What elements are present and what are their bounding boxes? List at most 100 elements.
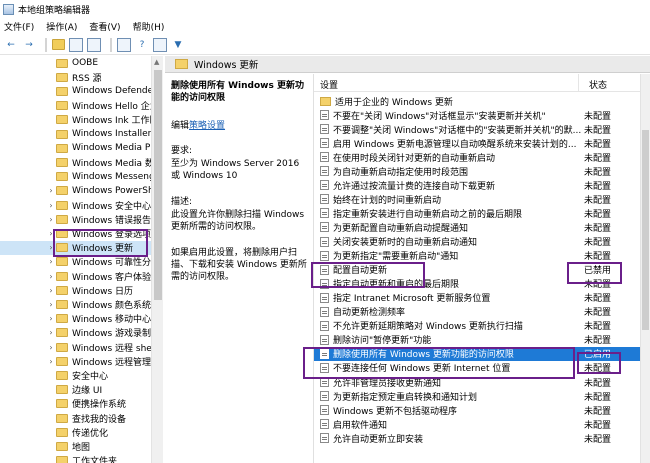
column-state[interactable]: 状态 xyxy=(589,78,607,91)
setting-row[interactable]: 允许非管理员接收更新通知 未配置 xyxy=(314,375,640,389)
expand-arrow-icon[interactable]: › xyxy=(46,186,56,195)
tree-item[interactable]: Windows Ink 工作区 xyxy=(0,113,162,127)
tree-item[interactable]: › Windows 可靠性分析 xyxy=(0,255,162,269)
tree-item[interactable]: › Windows 移动中心 xyxy=(0,312,162,326)
setting-state: 未配置 xyxy=(584,238,612,248)
setting-row[interactable]: 不要连接任何 Windows 更新 Internet 位置 未配置 xyxy=(314,361,640,375)
setting-row[interactable]: 指定 Intranet Microsoft 更新服务位置 未配置 xyxy=(314,291,640,305)
tree-item[interactable]: › Windows 远程管理( xyxy=(0,354,162,368)
export-list-icon[interactable] xyxy=(117,37,131,52)
setting-row[interactable]: 不要调整"关闭 Windows"对话框中的"安装更新并关机"的默... 未配置 xyxy=(314,122,640,136)
show-hide-tree-icon[interactable] xyxy=(69,37,83,52)
menu-help[interactable]: 帮助(H) xyxy=(133,20,165,33)
setting-row[interactable]: 启用软件通知 未配置 xyxy=(314,417,640,431)
tree-item[interactable]: › Windows 错误报告 xyxy=(0,212,162,226)
tree-item[interactable]: › Windows 更新 xyxy=(0,240,162,255)
column-divider[interactable] xyxy=(578,74,579,92)
view-icon[interactable] xyxy=(153,37,167,52)
forward-arrow-icon[interactable]: → xyxy=(22,38,36,52)
menu-file[interactable]: 文件(F) xyxy=(4,20,34,33)
setting-name: 允许通过按流量计费的连接自动下载更新 xyxy=(333,181,496,192)
tree-item[interactable]: OOBE xyxy=(0,56,162,70)
tree-item[interactable]: › Windows 远程 shell xyxy=(0,340,162,354)
scroll-up-icon[interactable]: ▲ xyxy=(154,58,159,66)
back-arrow-icon[interactable]: ← xyxy=(4,38,18,52)
tree-item[interactable]: Windows Installer xyxy=(0,127,162,141)
expand-arrow-icon[interactable]: › xyxy=(46,357,56,366)
setting-row[interactable]: 删除访问"暂停更新"功能 未配置 xyxy=(314,333,640,347)
setting-row[interactable]: 为更新指定"需要重新启动"通知 未配置 xyxy=(314,249,640,263)
tree-scrollbar[interactable]: ▲ xyxy=(151,56,163,463)
tree-item[interactable]: › Windows 颜色系统 xyxy=(0,297,162,311)
expand-arrow-icon[interactable]: › xyxy=(46,243,56,252)
list-scroll-thumb[interactable] xyxy=(642,130,649,330)
setting-row[interactable]: 为更新指定预定重启转换和通知计划 未配置 xyxy=(314,389,640,403)
folder-icon xyxy=(320,96,331,106)
setting-row[interactable]: 关闭安装更新时的自动重新启动通知 未配置 xyxy=(314,235,640,249)
setting-row[interactable]: 不要在"关闭 Windows"对话框显示"安装更新并关机" 未配置 xyxy=(314,108,640,122)
tree-scroll-thumb[interactable] xyxy=(154,70,162,300)
tree-item[interactable]: 传递优化 xyxy=(0,425,162,439)
setting-row[interactable]: 不允许更新延期策略对 Windows 更新执行扫描 未配置 xyxy=(314,319,640,333)
menu-view[interactable]: 查看(V) xyxy=(89,20,120,33)
expand-arrow-icon[interactable]: › xyxy=(46,201,56,210)
folder-icon xyxy=(56,413,68,423)
setting-row[interactable]: 适用于企业的 Windows 更新 xyxy=(314,94,640,108)
expand-arrow-icon[interactable]: › xyxy=(46,229,56,238)
tree-item[interactable]: › Windows 客户体验改 xyxy=(0,269,162,283)
setting-row[interactable]: 指定重新安装进行自动重新启动之前的最后期限 未配置 xyxy=(314,206,640,220)
list-scrollbar[interactable] xyxy=(640,74,650,463)
tree-item[interactable]: › Windows 登录选项 xyxy=(0,226,162,240)
tree-item[interactable]: Windows Messeng xyxy=(0,170,162,184)
tree-item[interactable]: 地图 xyxy=(0,439,162,453)
setting-state: 未配置 xyxy=(584,280,612,291)
expand-arrow-icon[interactable]: › xyxy=(46,215,56,224)
filter-icon[interactable]: ▼ xyxy=(171,38,185,52)
setting-row[interactable]: 配置自动更新 已禁用 xyxy=(314,263,640,277)
expand-arrow-icon[interactable]: › xyxy=(46,286,56,295)
menu-action[interactable]: 操作(A) xyxy=(46,20,77,33)
tree-item[interactable]: 查找我的设备 xyxy=(0,411,162,425)
setting-row[interactable]: 为自动重新启动指定使用时段范围 未配置 xyxy=(314,164,640,178)
tree-item[interactable]: Windows Hello 企业 xyxy=(0,99,162,113)
setting-row[interactable]: 允许自动更新立即安装 未配置 xyxy=(314,431,640,445)
tree-item[interactable]: 边缘 UI xyxy=(0,383,162,397)
tree-item[interactable]: Windows Defender xyxy=(0,84,162,98)
setting-row[interactable]: 为更新配置自动重新启动提醒通知 未配置 xyxy=(314,220,640,234)
setting-row[interactable]: Windows 更新不包括驱动程序 未配置 xyxy=(314,403,640,417)
tree-item[interactable]: 安全中心 xyxy=(0,368,162,382)
setting-row[interactable]: 启用 Windows 更新电源管理以自动唤醒系统来安装计划的... 未配置 xyxy=(314,136,640,150)
tree-item[interactable]: › Windows 安全中心 xyxy=(0,198,162,212)
expand-arrow-icon[interactable]: › xyxy=(46,300,56,309)
setting-row[interactable]: 指定自动更新和重启的最后期限 未配置 xyxy=(314,277,640,291)
folder-icon xyxy=(56,157,68,167)
folder-icon xyxy=(56,456,68,463)
properties-icon[interactable] xyxy=(87,37,101,52)
edit-policy-link[interactable]: 策略设置 xyxy=(189,121,225,131)
folder-icon xyxy=(56,72,68,82)
setting-state: 未配置 xyxy=(584,308,612,319)
setting-row[interactable]: 始终在计划的时间重新启动 未配置 xyxy=(314,192,640,206)
expand-arrow-icon[interactable]: › xyxy=(46,257,56,266)
tree-item[interactable]: › Windows PowerShe xyxy=(0,184,162,198)
tree-item[interactable]: RSS 源 xyxy=(0,70,162,84)
tree-item[interactable]: › Windows 游戏录制 xyxy=(0,326,162,340)
setting-row[interactable]: 允许通过按流量计费的连接自动下载更新 未配置 xyxy=(314,178,640,192)
up-folder-icon[interactable] xyxy=(52,39,65,50)
tree-item[interactable]: › Windows 日历 xyxy=(0,283,162,297)
expand-arrow-icon[interactable]: › xyxy=(46,272,56,281)
expand-arrow-icon[interactable]: › xyxy=(46,314,56,323)
expand-arrow-icon[interactable]: › xyxy=(46,343,56,352)
tree-item[interactable]: 工作文件夹 xyxy=(0,454,162,463)
tree-item[interactable]: 便携操作系统 xyxy=(0,397,162,411)
column-setting[interactable]: 设置 xyxy=(320,78,338,91)
setting-row[interactable]: 自动更新检测频率 未配置 xyxy=(314,305,640,319)
tree-item[interactable]: Windows Media Pla xyxy=(0,141,162,155)
tree-item-label: RSS 源 xyxy=(72,73,102,84)
expand-arrow-icon[interactable]: › xyxy=(46,328,56,337)
setting-row[interactable]: 在使用时段关闭针对更新的自动重新启动 未配置 xyxy=(314,150,640,164)
policy-setting-icon xyxy=(320,124,329,135)
setting-row[interactable]: 删除使用所有 Windows 更新功能的访问权限 已启用 xyxy=(314,346,640,361)
help-icon[interactable]: ? xyxy=(135,38,149,52)
tree-item[interactable]: Windows Media 数 xyxy=(0,155,162,169)
